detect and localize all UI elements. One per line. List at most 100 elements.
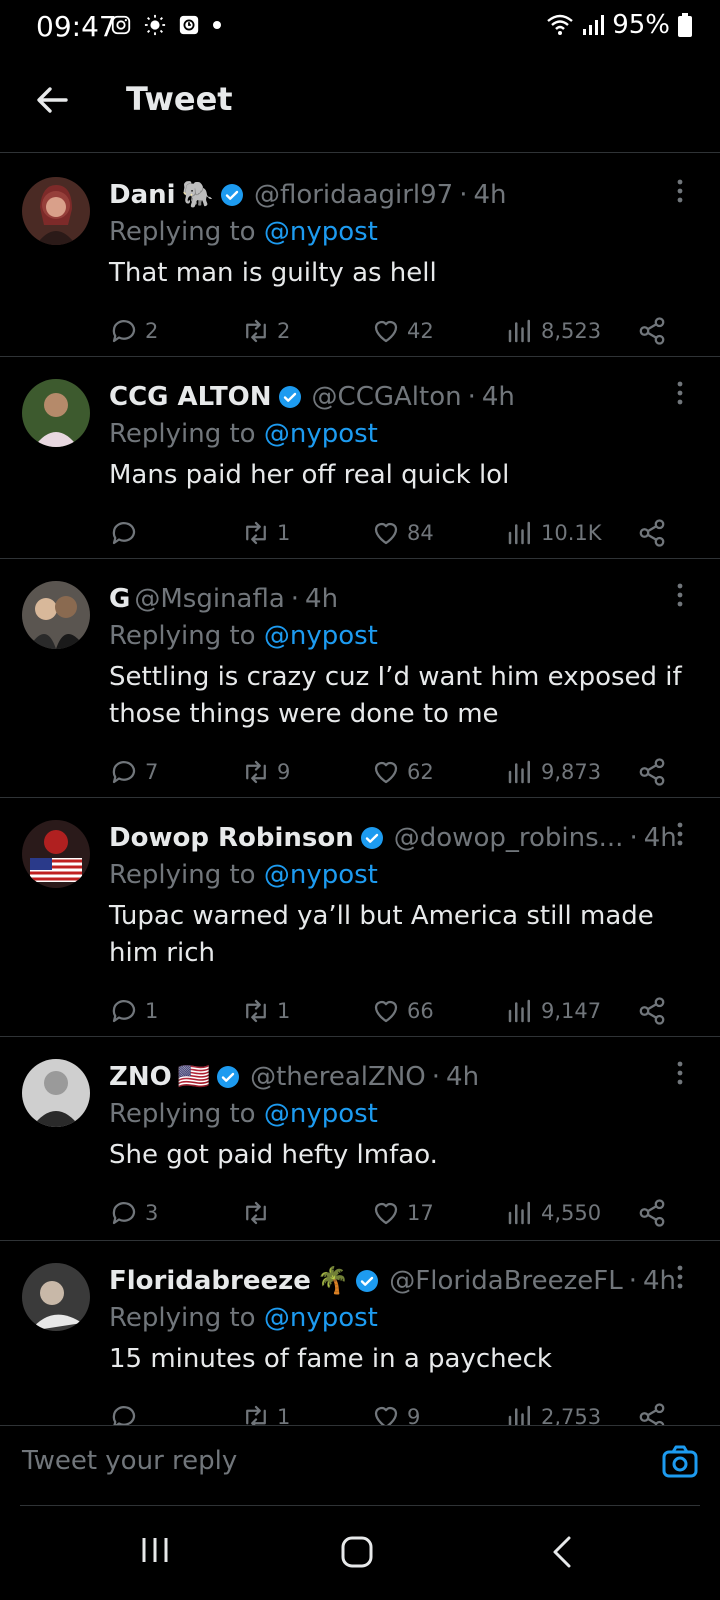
tweet-time[interactable]: 4h — [643, 1266, 676, 1296]
heart-icon — [374, 1202, 398, 1225]
page-title: Tweet — [126, 80, 233, 118]
mention-link[interactable]: @nypost — [264, 860, 378, 890]
more-vertical-icon[interactable] — [676, 822, 684, 846]
share-button[interactable] — [637, 996, 667, 1026]
reply-button[interactable]: 2 — [109, 316, 158, 346]
like-button[interactable]: 84 — [371, 518, 434, 548]
user-handle[interactable]: @therealZNO — [250, 1062, 426, 1092]
reply-button[interactable]: 3 — [109, 1198, 158, 1228]
tweet-header: Dowop Robinson @dowop_robins... · 4h — [109, 820, 696, 856]
user-handle[interactable]: @FloridaBreezeFL — [389, 1266, 622, 1296]
display-name[interactable]: G — [109, 584, 130, 614]
view-count: 2,753 — [541, 1405, 602, 1425]
mention-link[interactable]: @nypost — [264, 621, 378, 651]
tweet-reply[interactable]: Floridabreeze 🌴 @FloridaBreezeFL · 4h Re… — [0, 1241, 720, 1425]
views-button[interactable]: 2,753 — [505, 1402, 601, 1425]
mention-link[interactable]: @nypost — [264, 419, 378, 449]
name-emoji: 🇺🇸 — [177, 1062, 211, 1092]
battery-percent: 95% — [612, 10, 670, 40]
views-button[interactable]: 10.1K — [505, 518, 602, 548]
avatar[interactable] — [22, 379, 90, 447]
share-button[interactable] — [637, 1402, 667, 1425]
views-icon — [508, 760, 530, 784]
tweet-reply[interactable]: G @Msginafla · 4h Replying to @nypost Se… — [0, 559, 720, 798]
tweet-reply[interactable]: CCG ALTON @CCGAlton · 4h Replying to @ny… — [0, 357, 720, 559]
retweet-button[interactable]: 9 — [241, 757, 290, 787]
retweet-button[interactable]: 1 — [241, 1402, 290, 1425]
display-name[interactable]: Dowop Robinson — [109, 823, 354, 853]
tweet-reply[interactable]: Dowop Robinson @dowop_robins... · 4h Rep… — [0, 798, 720, 1037]
views-button[interactable]: 9,873 — [505, 757, 601, 787]
more-vertical-icon[interactable] — [676, 1061, 684, 1085]
view-count: 4,550 — [541, 1201, 602, 1225]
share-button[interactable] — [637, 1198, 667, 1228]
views-button[interactable]: 9,147 — [505, 996, 601, 1026]
back-nav-icon[interactable] — [550, 1535, 574, 1569]
tweet-time[interactable]: 4h — [644, 823, 677, 853]
reply-input[interactable]: Tweet your reply — [22, 1446, 237, 1476]
separator-dot: · — [431, 1062, 441, 1092]
recent-apps-icon[interactable] — [140, 1535, 170, 1565]
camera-icon[interactable] — [660, 1442, 700, 1482]
like-count: 42 — [407, 319, 434, 343]
like-button[interactable]: 62 — [371, 757, 434, 787]
tweet-reply[interactable]: Dani 🐘 @floridaagirl97 · 4h Replying to … — [0, 155, 720, 357]
user-handle[interactable]: @Msginafla — [134, 584, 284, 614]
share-button[interactable] — [637, 757, 667, 787]
share-button[interactable] — [637, 518, 667, 548]
reply-icon — [112, 1406, 136, 1425]
user-handle[interactable]: @dowop_robins... — [394, 823, 624, 853]
more-vertical-icon[interactable] — [676, 179, 684, 203]
user-handle[interactable]: @floridaagirl97 — [254, 180, 453, 210]
user-handle[interactable]: @CCGAlton — [312, 382, 462, 412]
retweet-button[interactable] — [241, 1198, 277, 1228]
tweet-time[interactable]: 4h — [474, 180, 507, 210]
like-button[interactable]: 42 — [371, 316, 434, 346]
more-vertical-icon[interactable] — [676, 381, 684, 405]
verified-badge-icon — [220, 184, 243, 206]
reply-button[interactable] — [109, 1402, 145, 1425]
more-vertical-icon[interactable] — [676, 1265, 684, 1289]
avatar[interactable] — [22, 177, 90, 245]
retweet-button[interactable]: 1 — [241, 518, 290, 548]
display-name[interactable]: Dani — [109, 180, 176, 210]
status-icons — [110, 14, 222, 36]
display-name[interactable]: ZNO — [109, 1062, 172, 1092]
avatar[interactable] — [22, 581, 90, 649]
share-icon — [639, 758, 665, 786]
views-button[interactable]: 4,550 — [505, 1198, 601, 1228]
replying-to: Replying to @nypost — [109, 419, 696, 449]
avatar[interactable] — [22, 1263, 90, 1331]
tweet-header: ZNO 🇺🇸 @therealZNO · 4h — [109, 1059, 696, 1095]
replying-prefix: Replying to — [109, 419, 256, 449]
display-name[interactable]: Floridabreeze — [109, 1266, 311, 1296]
display-name[interactable]: CCG ALTON — [109, 382, 272, 412]
separator-dot: · — [629, 823, 638, 853]
reply-button[interactable] — [109, 518, 145, 548]
views-button[interactable]: 8,523 — [505, 316, 601, 346]
more-vertical-icon[interactable] — [676, 583, 684, 607]
mention-link[interactable]: @nypost — [264, 1099, 378, 1129]
like-button[interactable]: 9 — [371, 1402, 420, 1425]
share-button[interactable] — [637, 316, 667, 346]
avatar[interactable] — [22, 1059, 90, 1127]
avatar[interactable] — [22, 820, 90, 888]
tweet-time[interactable]: 4h — [482, 382, 515, 412]
reply-composer[interactable]: Tweet your reply — [0, 1425, 720, 1506]
tweet-reply[interactable]: ZNO 🇺🇸 @therealZNO · 4h Replying to @nyp… — [0, 1037, 720, 1241]
reply-button[interactable]: 1 — [109, 996, 158, 1026]
reply-button[interactable]: 7 — [109, 757, 158, 787]
home-icon[interactable] — [340, 1535, 374, 1569]
view-count: 9,873 — [541, 760, 602, 784]
tweet-time[interactable]: 4h — [446, 1062, 479, 1092]
retweet-button[interactable]: 1 — [241, 996, 290, 1026]
retweet-button[interactable]: 2 — [241, 316, 290, 346]
arrow-left-icon[interactable] — [30, 78, 74, 122]
tweet-time[interactable]: 4h — [305, 584, 338, 614]
like-button[interactable]: 17 — [371, 1198, 434, 1228]
views-icon — [508, 999, 530, 1023]
mention-link[interactable]: @nypost — [264, 217, 378, 247]
replies-feed[interactable]: Dani 🐘 @floridaagirl97 · 4h Replying to … — [0, 155, 720, 1425]
like-button[interactable]: 66 — [371, 996, 434, 1026]
mention-link[interactable]: @nypost — [264, 1303, 378, 1333]
